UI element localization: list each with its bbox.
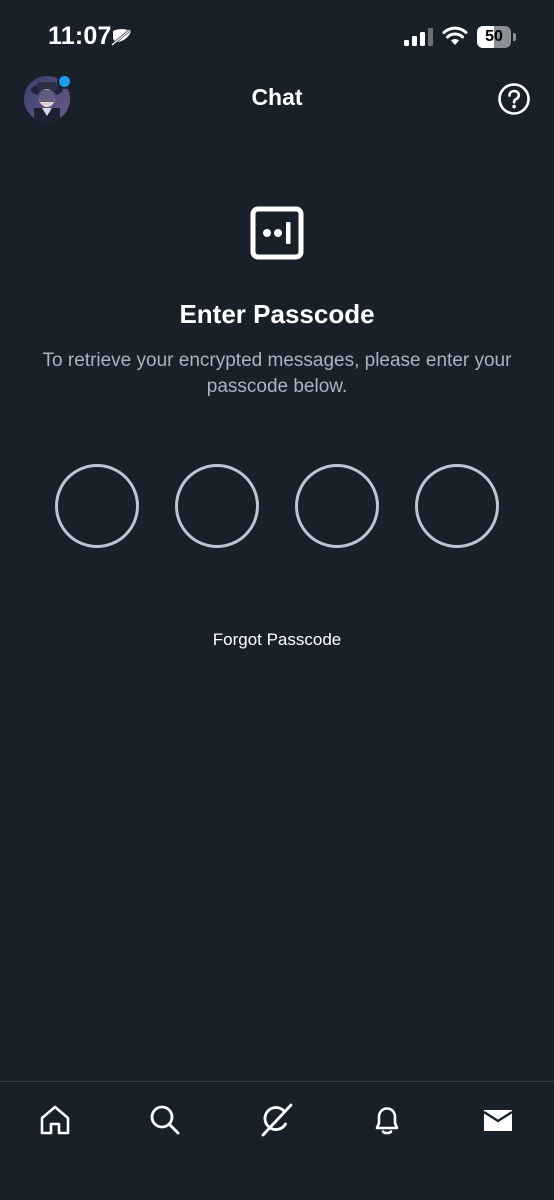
passcode-description: To retrieve your encrypted messages, ple… [42,350,512,397]
page-title: Chat [251,84,303,110]
battery-percent: 50 [485,28,503,45]
help-icon[interactable] [497,82,531,116]
search-icon-glyph [150,1105,180,1135]
focus-mode-icon [111,29,131,46]
cellular-signal-icon [404,28,433,46]
notifications-icon[interactable] [367,1100,407,1140]
battery-body: 50 [477,26,511,48]
grok-icon-glyph [261,1103,293,1137]
forgot-passcode-link[interactable]: Forgot Passcode [0,630,554,650]
status-bar: 11:07 50 [0,0,554,74]
messages-icon[interactable] [478,1100,518,1140]
status-time: 11:07 [48,22,112,50]
messages-icon-glyph [483,1110,513,1131]
battery-icon: 50 [477,26,516,48]
wifi-icon [442,26,468,45]
passcode-input[interactable] [0,464,554,554]
search-icon[interactable] [145,1100,185,1140]
notifications-icon-glyph [375,1107,399,1135]
grok-icon[interactable] [256,1100,296,1140]
passcode-title: Enter Passcode [179,299,375,329]
home-icon-glyph [40,1105,70,1135]
encrypted-chat-icon [250,206,304,260]
bottom-nav [0,1081,554,1200]
passcode-digit-slot[interactable] [175,464,259,548]
passcode-digit-slot[interactable] [295,464,379,548]
passcode-digit-slot[interactable] [415,464,499,548]
passcode-digit-slot[interactable] [55,464,139,548]
home-icon[interactable] [35,1100,75,1140]
battery-cap [513,33,516,41]
header: Chat [0,74,554,124]
